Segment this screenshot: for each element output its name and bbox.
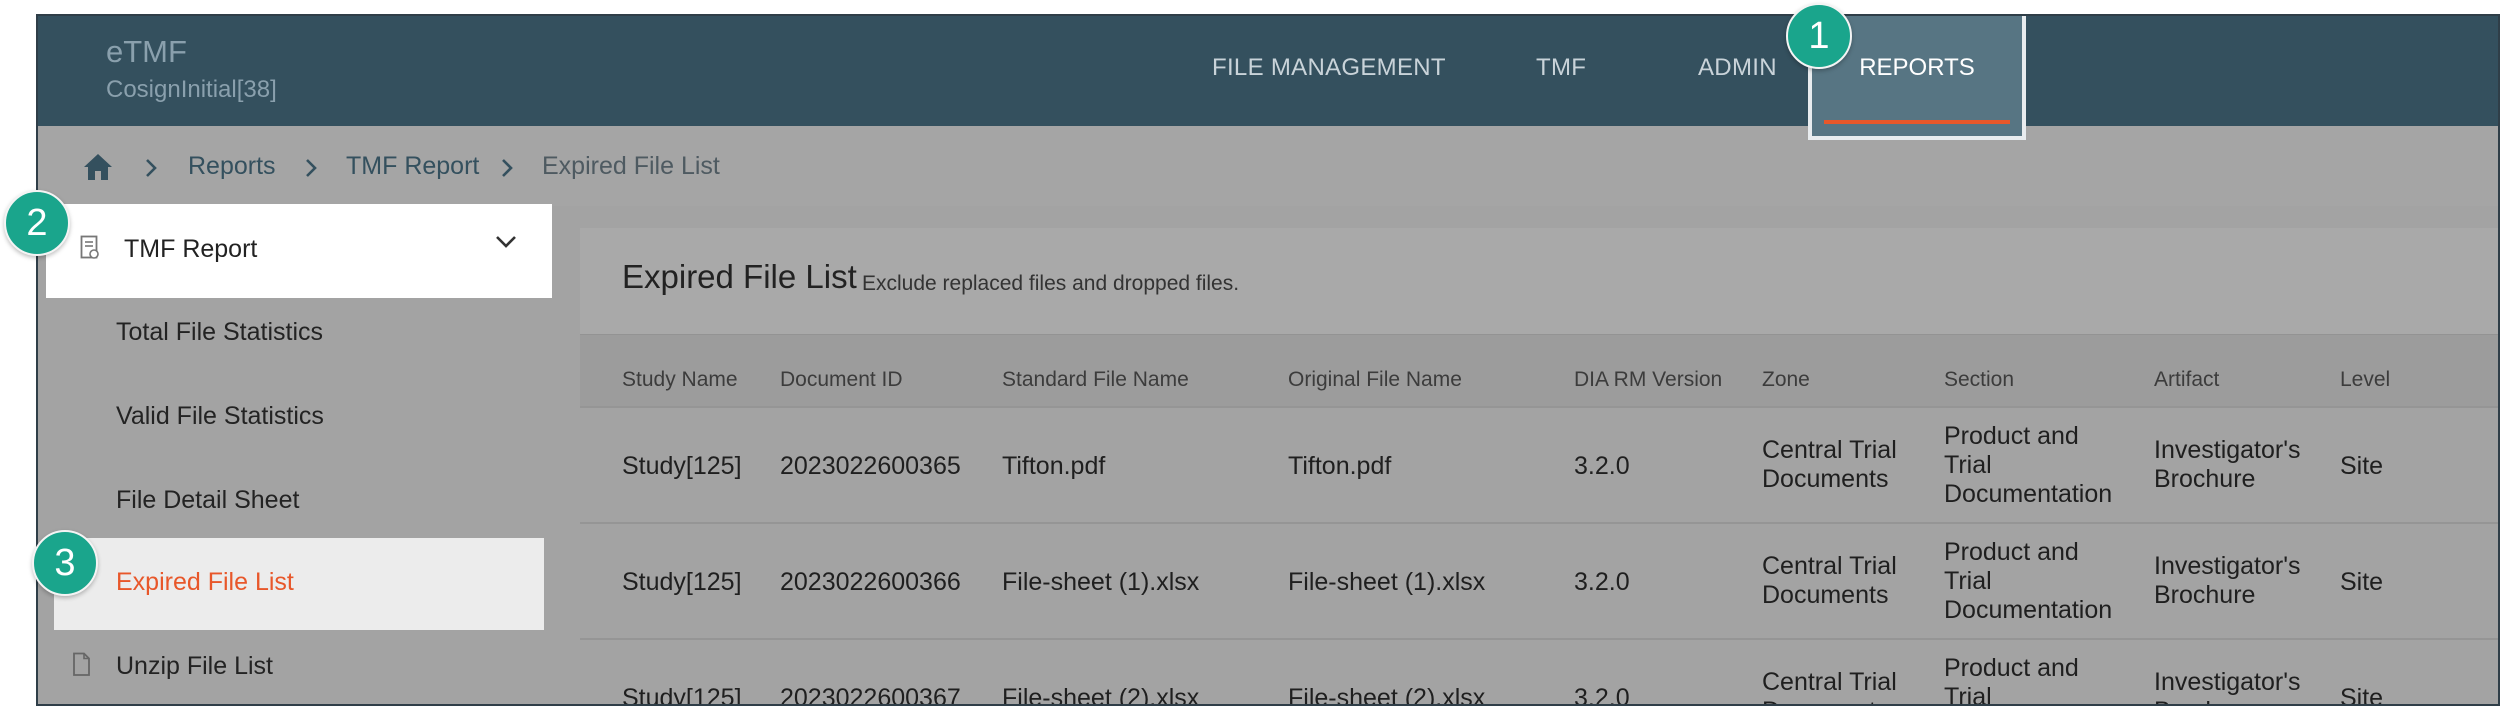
cell-level: Site [2340, 452, 2384, 480]
cell-section: Product and Trial Documentation [1944, 422, 2113, 508]
cell-study-name: Study[125] [622, 452, 742, 480]
column-standard-file-name[interactable]: Standard File Name [1002, 368, 1189, 392]
nav-file-management[interactable]: FILE MANAGEMENT [1212, 16, 1446, 126]
app-window: eTMF CosignInitial[38] FILE MANAGEMENT T… [36, 14, 2500, 706]
cell-document-id: 2023022600367 [780, 684, 961, 706]
current-user: CosignInitial[38] [106, 76, 277, 103]
column-document-id[interactable]: Document ID [780, 368, 903, 392]
page-subtitle: Exclude replaced files and dropped files… [862, 272, 1240, 295]
cell-original-file-name: Tifton.pdf [1288, 452, 1392, 480]
cell-artifact: Investigator's Brochure [2154, 552, 2301, 609]
cell-standard-file-name[interactable]: Tifton.pdf [1002, 452, 1105, 481]
cell-document-id: 2023022600366 [780, 568, 961, 596]
breadcrumb-tmf-report[interactable]: TMF Report [346, 152, 479, 181]
column-dia-rm-version[interactable]: DIA RM Version [1574, 368, 1722, 392]
cell-standard-file-name[interactable]: File-sheet (1).xlsx [1002, 568, 1199, 597]
page-title: Expired File List [622, 258, 857, 295]
cell-level: Site [2340, 568, 2384, 596]
sidebar-group-unzip-file-list[interactable]: Unzip File List [72, 652, 273, 683]
file-icon [73, 652, 90, 676]
cell-section: Product and Trial Documentation [1944, 538, 2113, 624]
cell-dia-rm-version: 3.2.0 [1574, 452, 1630, 480]
cell-standard-file-name[interactable]: File-sheet (2).xlsx [1002, 684, 1199, 704]
report-icon [80, 235, 99, 259]
callout-badge-2: 2 [4, 190, 70, 256]
cell-study-name: Study[125] [622, 684, 742, 706]
sidebar-group-label: Unzip File List [116, 652, 273, 680]
cell-section: Product and Trial Documentation [1944, 654, 2079, 706]
cell-zone: Central Trial Documents [1762, 436, 1897, 493]
nav-tmf[interactable]: TMF [1536, 16, 1586, 126]
cell-level: Site [2340, 684, 2384, 706]
row-divider [580, 522, 2498, 524]
cell-zone: Central Trial Documents [1762, 552, 1897, 609]
active-tab-indicator [1824, 120, 2010, 124]
breadcrumb: Reports TMF Report Expired File List [38, 126, 2498, 206]
chevron-down-icon[interactable] [494, 234, 518, 250]
chevron-right-icon [502, 159, 513, 177]
cell-dia-rm-version: 3.2.0 [1574, 684, 1630, 706]
cell-dia-rm-version: 3.2.0 [1574, 568, 1630, 596]
breadcrumb-reports[interactable]: Reports [188, 152, 276, 181]
cell-original-file-name: File-sheet (1).xlsx [1288, 568, 1486, 596]
column-original-file-name[interactable]: Original File Name [1288, 368, 1462, 392]
cell-zone: Central Trial Documents [1762, 668, 1897, 704]
nav-admin[interactable]: ADMIN [1698, 16, 1777, 126]
cell-document-id: 2023022600365 [780, 452, 961, 480]
top-navbar: eTMF CosignInitial[38] FILE MANAGEMENT T… [38, 16, 2498, 126]
column-artifact[interactable]: Artifact [2154, 368, 2219, 392]
sidebar-item-file-detail-sheet[interactable]: File Detail Sheet [116, 486, 299, 515]
sidebar-item-valid-file-statistics[interactable]: Valid File Statistics [116, 402, 324, 431]
cell-original-file-name: File-sheet (2).xlsx [1288, 684, 1486, 706]
sidebar-item-total-file-statistics[interactable]: Total File Statistics [116, 318, 323, 347]
column-section[interactable]: Section [1944, 368, 2014, 392]
column-zone[interactable]: Zone [1762, 368, 1810, 392]
column-study-name[interactable]: Study Name [622, 368, 738, 392]
cell-study-name: Study[125] [622, 568, 742, 596]
callout-badge-3: 3 [32, 530, 98, 596]
cell-artifact: Investigator's Brochure [2154, 668, 2301, 704]
callout-badge-1: 1 [1786, 3, 1852, 69]
sidebar-group-label: TMF Report [124, 235, 258, 263]
row-divider [580, 406, 2498, 408]
column-level[interactable]: Level [2340, 368, 2390, 392]
sidebar-group-tmf-report[interactable]: TMF Report [46, 204, 552, 298]
app-name: eTMF [106, 34, 187, 69]
sidebar-item-label: Expired File List [116, 568, 294, 596]
row-divider [580, 638, 2498, 640]
sidebar-item-expired-file-list[interactable]: Expired File List [54, 538, 544, 630]
chevron-right-icon [146, 159, 157, 177]
home-icon[interactable] [82, 152, 114, 182]
chevron-right-icon [306, 159, 317, 177]
cell-artifact: Investigator's Brochure [2154, 436, 2301, 493]
breadcrumb-current: Expired File List [542, 152, 720, 180]
